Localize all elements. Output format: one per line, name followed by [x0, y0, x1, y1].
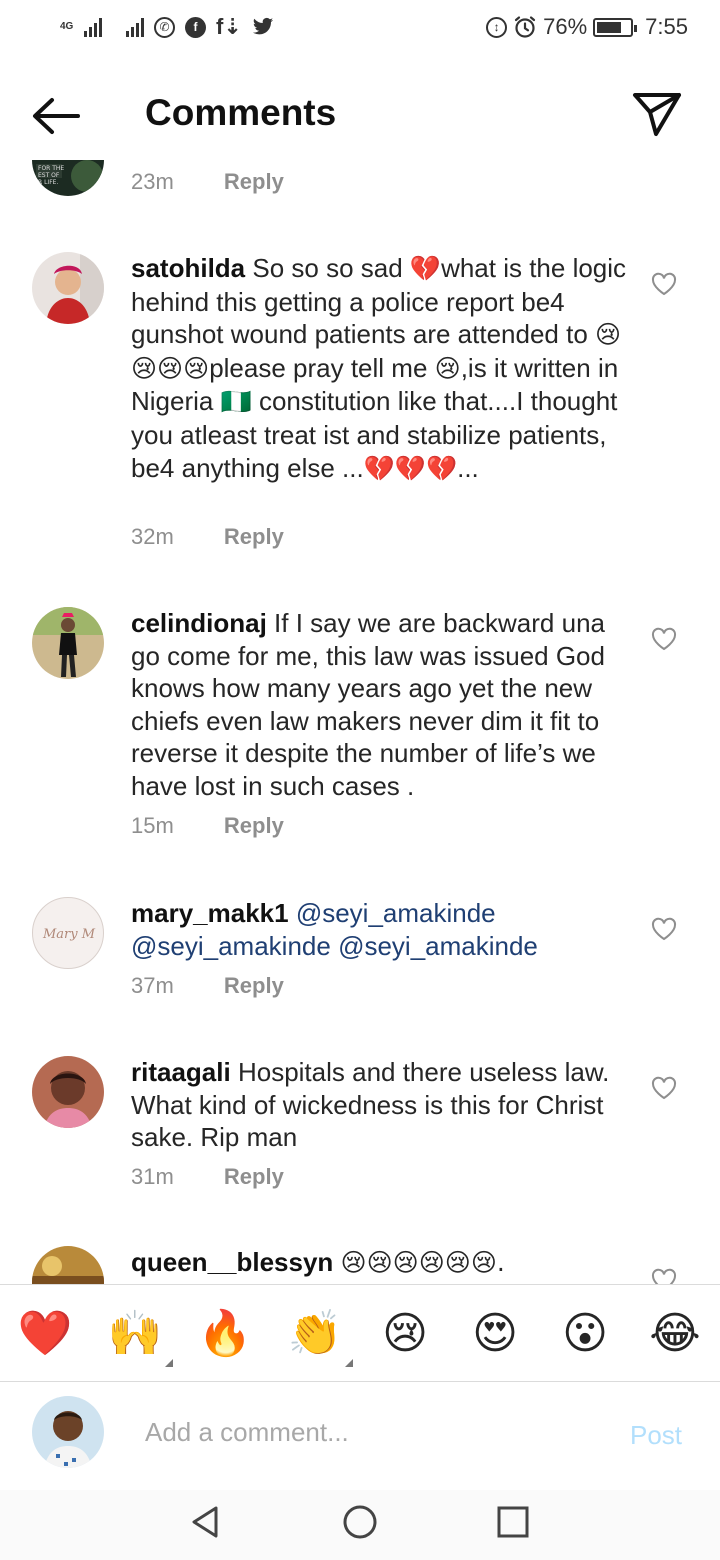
signal-icon — [84, 17, 102, 37]
comment-meta: 32m Reply — [131, 524, 284, 550]
svg-text:R LIFE.: R LIFE. — [38, 179, 58, 186]
comment-time: 32m — [131, 524, 174, 549]
comment-time: 15m — [131, 813, 174, 838]
comment-username[interactable]: mary_makk1 — [131, 898, 289, 928]
comment-meta: 23m Reply — [131, 169, 284, 195]
emoji-heart-eyes-button[interactable]: 😍 — [467, 1307, 523, 1361]
comment-meta: 31m Reply — [131, 1164, 284, 1190]
comment-list[interactable]: FOR THE EST OF R LIFE. 23m Reply satohilda… — [0, 160, 720, 1284]
avatar[interactable] — [32, 1246, 104, 1284]
mention-link[interactable]: @seyi_amakinde — [131, 931, 331, 961]
comment-text: satohilda So so so sad 💔what is the logi… — [131, 252, 631, 485]
reply-button[interactable]: Reply — [224, 524, 284, 550]
avatar[interactable]: Mary M — [32, 897, 104, 969]
comment-username[interactable]: celindionaj — [131, 608, 267, 638]
comment-input[interactable] — [145, 1412, 615, 1452]
alarm-icon — [515, 16, 536, 38]
nav-home-icon[interactable] — [340, 1502, 380, 1542]
comment-username[interactable]: ritaagali — [131, 1057, 231, 1087]
emoji-fire-button[interactable]: 🔥 — [197, 1307, 253, 1361]
reply-button[interactable]: Reply — [224, 169, 284, 195]
post-button[interactable]: Post — [630, 1420, 682, 1451]
current-user-avatar — [32, 1396, 104, 1468]
nav-back-icon[interactable] — [186, 1502, 226, 1542]
emoji-crying-button[interactable]: 😢 — [377, 1307, 433, 1361]
comment-time: 31m — [131, 1164, 174, 1189]
comment-meta: 15m Reply — [131, 813, 284, 839]
broken-heart-emoji: 💔 — [409, 254, 442, 283]
svg-text:FOR THE: FOR THE — [38, 165, 64, 172]
comment-body: 😢😢😢😢😢😢. — [340, 1248, 505, 1277]
clock: 7:55 — [645, 14, 688, 39]
nav-recents-icon[interactable] — [493, 1502, 533, 1542]
broken-heart-emoji: 💔💔💔 — [363, 453, 458, 483]
avatar[interactable] — [32, 252, 104, 324]
comment-text-part: please pray tell me — [209, 352, 435, 383]
comment-username[interactable]: queen__blessyn — [131, 1247, 333, 1277]
svg-text:EST OF: EST OF — [38, 172, 60, 179]
comment-time: 23m — [131, 169, 174, 194]
comment-username[interactable]: satohilda — [131, 253, 245, 283]
facebook-icon: f — [185, 16, 206, 38]
comment-text: mary_makk1 @seyi_amakinde @seyi_amakinde… — [131, 897, 631, 962]
nigeria-flag-emoji: 🇳🇬 — [220, 387, 252, 417]
signal-icon — [126, 17, 144, 37]
reply-button[interactable]: Reply — [224, 973, 284, 999]
emoji-surprised-button[interactable]: 😮 — [557, 1307, 613, 1361]
battery-icon — [593, 17, 638, 37]
comment-text: ritaagali Hospitals and there useless la… — [131, 1056, 631, 1154]
page-title: Comments — [145, 92, 337, 133]
comment-time: 37m — [131, 973, 174, 998]
emoji-heart-button[interactable]: ❤️ — [17, 1307, 73, 1361]
like-heart-icon[interactable] — [651, 272, 677, 296]
status-bar: 4G ✆ f f⇣ ↕ 76% 7:55 — [0, 0, 720, 60]
emoji-quick-bar: ❤️ 🙌 🔥 👏 😢 😍 😮 😂 — [0, 1284, 720, 1382]
like-heart-icon[interactable] — [651, 627, 677, 651]
avatar[interactable] — [32, 607, 104, 679]
twitter-icon — [252, 17, 273, 35]
emoji-laughing-button[interactable]: 😂 — [647, 1307, 703, 1361]
reply-button[interactable]: Reply — [224, 813, 284, 839]
crying-face-emoji: 😢 — [434, 353, 461, 383]
avatar[interactable] — [32, 1056, 104, 1128]
comment-text-part: So so so sad — [252, 253, 410, 283]
comment-text: queen__blessyn 😢😢😢😢😢😢. — [131, 1246, 631, 1280]
mention-link[interactable]: @seyi_amakinde — [338, 931, 538, 961]
mention-link[interactable]: @seyi_amakinde — [296, 898, 496, 928]
data-saver-icon: ↕ — [486, 16, 508, 38]
avatar-logo-text: Mary M — [42, 927, 96, 942]
emoji-raised-hands-button[interactable]: 🙌 — [107, 1307, 173, 1367]
comment-meta: 37m Reply — [131, 973, 284, 999]
comment-text: celindionaj If I say we are backward una… — [131, 607, 631, 803]
network-type-icon: 4G — [60, 21, 74, 32]
reply-button[interactable]: Reply — [224, 1164, 284, 1190]
back-arrow-icon[interactable] — [30, 94, 82, 138]
comment-text-part: ... — [457, 452, 479, 483]
avatar[interactable]: FOR THE EST OF R LIFE. — [32, 160, 104, 196]
battery-percent: 76% — [543, 14, 588, 39]
emoji-clap-button[interactable]: 👏 — [287, 1307, 353, 1367]
like-heart-icon[interactable] — [651, 917, 677, 941]
send-icon[interactable] — [628, 90, 684, 140]
header: Comments — [0, 72, 720, 160]
facebook-download-icon: f⇣ — [216, 14, 242, 39]
system-nav-bar — [0, 1490, 720, 1560]
comment-composer: Post — [0, 1382, 720, 1490]
like-heart-icon[interactable] — [651, 1076, 677, 1100]
whatsapp-icon: ✆ — [154, 16, 175, 38]
like-heart-icon[interactable] — [651, 1268, 677, 1284]
